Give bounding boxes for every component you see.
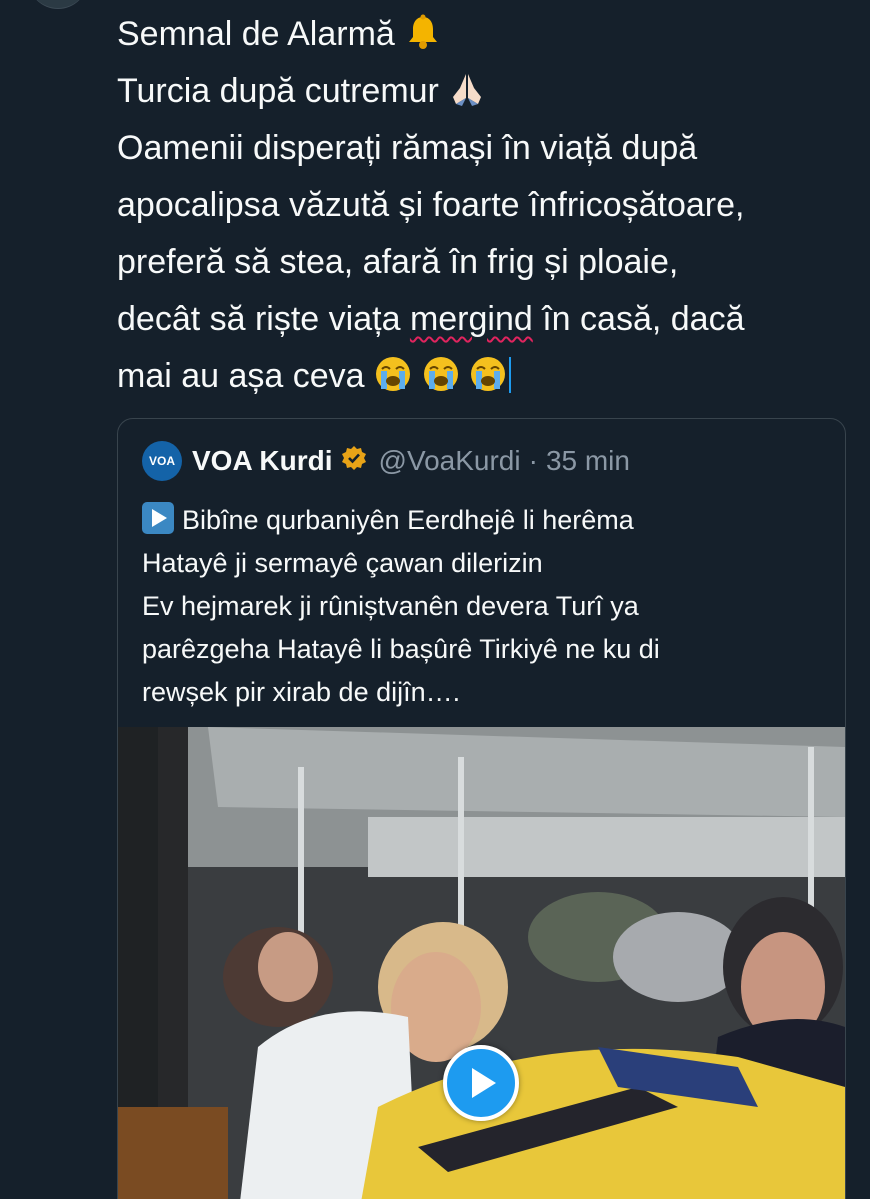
loudly-crying-face-icon [422, 354, 460, 392]
quoted-tweet-header: VOA VOA Kurdi @VoaKurdi · 35 min [142, 441, 630, 481]
tweet-composer-text[interactable]: Semnal de Alarmă Turcia după cutremur Oa… [117, 6, 847, 405]
text-line: preferă să stea, afară în frig și ploaie… [117, 243, 679, 281]
text-line: apocalipsa văzută și foarte înfricoșătoa… [117, 186, 745, 224]
avatar[interactable] [28, 0, 88, 9]
text-line: Hatayê ji sermayê çawan dilerizin [142, 548, 543, 578]
text-line: Oamenii disperați rămași în viață după [117, 129, 698, 167]
verified-badge-icon [341, 445, 367, 478]
text-line: Semnal de Alarmă [117, 6, 847, 63]
text-line: Bibîne qurbaniyên Eerdhejê li herêma [142, 499, 832, 542]
text-line: Turcia după cutremur [117, 63, 847, 120]
text-line: mai au așa ceva [117, 348, 847, 405]
text-caret [508, 357, 511, 393]
text-line: decât să riște viața mergind în casă, da… [117, 300, 745, 338]
misspelled-word[interactable]: mergind [410, 300, 533, 338]
meta-separator: · [528, 445, 538, 476]
bell-icon [404, 12, 442, 50]
quoted-tweet-text: Bibîne qurbaniyên Eerdhejê li herêma Hat… [142, 499, 832, 714]
quoted-author-name[interactable]: VOA Kurdi [192, 445, 333, 477]
quoted-author-handle[interactable]: @VoaKurdi [379, 445, 521, 477]
loudly-crying-face-icon [469, 354, 507, 392]
voa-logo-avatar[interactable]: VOA [142, 441, 182, 481]
folded-hands-icon [448, 69, 486, 107]
video-scene-illustration [118, 727, 845, 1199]
play-icon[interactable] [443, 1045, 519, 1121]
play-button-emoji-icon [142, 502, 174, 534]
quoted-tweet-time[interactable]: 35 min [546, 445, 630, 477]
text-line: Ev hejmarek ji rûniștvanên devera Turî y… [142, 591, 639, 621]
loudly-crying-face-icon [374, 354, 412, 392]
text-line: rewșek pir xirab de dijîn…. [142, 677, 461, 707]
quoted-tweet-card[interactable]: VOA VOA Kurdi @VoaKurdi · 35 min Bibîne … [117, 418, 846, 1199]
text-line: parêzgeha Hatayê li bașûrê Tirkiyê ne ku… [142, 634, 660, 664]
video-thumbnail[interactable] [118, 727, 845, 1199]
